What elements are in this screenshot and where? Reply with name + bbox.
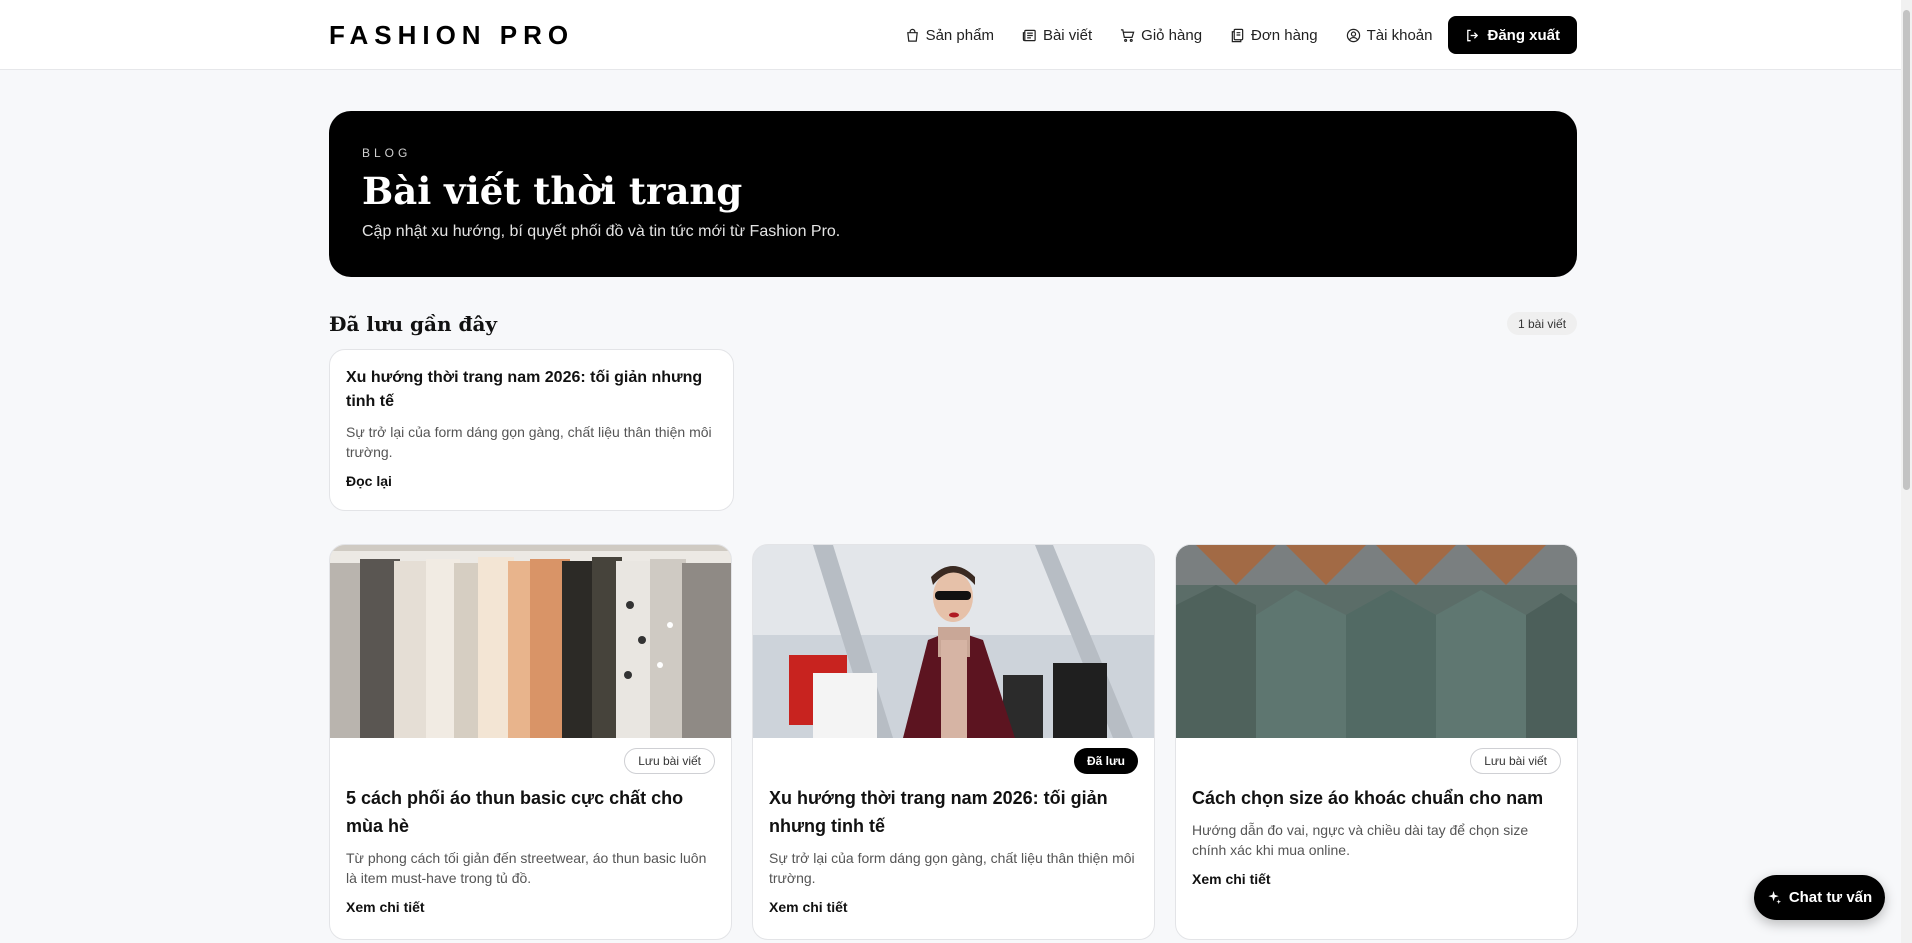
article-thumbnail-clothes-rack[interactable] [330, 545, 731, 738]
article-excerpt: Hướng dẫn đo vai, ngực và chiều dài tay … [1192, 822, 1529, 858]
article-excerpt: Sự trở lại của form dáng gọn gàng, chất … [769, 850, 1135, 886]
saved-article-card[interactable]: Xu hướng thời trang nam 2026: tối giản n… [329, 349, 734, 511]
brand-logo[interactable]: FASHION PRO [329, 20, 574, 51]
nav-item-products[interactable]: Sản phẩm [905, 27, 994, 44]
nav-item-label: Tài khoản [1366, 26, 1433, 44]
save-article-button[interactable]: Lưu bài viết [624, 748, 715, 774]
article-card[interactable]: Đã lưu Xu hướng thời trang nam 2026: tối… [752, 544, 1155, 940]
nav-item-label: Giỏ hàng [1141, 26, 1203, 44]
article-card[interactable]: Lưu bài viết Cách chọn size áo khoác chu… [1175, 544, 1578, 940]
saved-article-title: Xu hướng thời trang nam 2026: tối giản n… [346, 369, 703, 410]
nav-item-label: Sản phẩm [925, 26, 994, 44]
article-excerpt: Từ phong cách tối giản đến streetwear, á… [346, 850, 707, 886]
newspaper-icon [1022, 29, 1036, 41]
view-details-link[interactable]: Xem chi tiết [346, 899, 715, 915]
nav-item-cart[interactable]: Giỏ hàng [1120, 27, 1202, 44]
chat-label: Chat tư vấn [1788, 889, 1873, 906]
page-title: Bài viết thời trang [362, 169, 743, 213]
save-article-button[interactable]: Lưu bài viết [1470, 748, 1561, 774]
scrollbar-thumb[interactable] [1903, 10, 1910, 490]
chat-consult-button[interactable]: Chat tư vấn [1754, 875, 1885, 920]
blog-hero: BLOG Bài viết thời trang Cập nhật xu hướ… [329, 111, 1577, 277]
bag-icon [906, 28, 918, 42]
nav-item-account[interactable]: Tài khoản [1346, 26, 1433, 44]
nav-item-orders[interactable]: Đơn hàng [1230, 27, 1318, 44]
logout-icon [1467, 29, 1479, 41]
view-details-link[interactable]: Xem chi tiết [769, 899, 1138, 915]
nav-item-articles[interactable]: Bài viết [1022, 27, 1092, 44]
saved-section-title: Đã lưu gần đây [329, 312, 498, 336]
article-thumbnail-green-shirts[interactable] [1176, 545, 1577, 738]
cart-icon [1121, 28, 1135, 42]
read-again-link[interactable]: Đọc lại [346, 473, 717, 489]
nav-item-label: Đơn hàng [1251, 26, 1318, 44]
user-icon [1346, 28, 1360, 42]
logout-button[interactable]: Đăng xuất [1448, 16, 1577, 54]
main-nav: Sản phẩm Bài viết Giỏ hàng Đơn hàng Tài … [905, 16, 1577, 54]
sparkle-icon [1768, 890, 1781, 905]
orders-icon [1231, 28, 1244, 42]
saved-article-excerpt: Sự trở lại của form dáng gọn gàng, chất … [346, 424, 712, 460]
page-scrollbar[interactable] [1901, 0, 1912, 943]
article-card[interactable]: Lưu bài viết 5 cách phối áo thun basic c… [329, 544, 732, 940]
hero-description: Cập nhật xu hướng, bí quyết phối đồ và t… [362, 223, 841, 240]
hero-eyebrow: BLOG [362, 146, 412, 160]
saved-article-badge[interactable]: Đã lưu [1073, 748, 1138, 774]
article-thumbnail-shopping-woman[interactable] [753, 545, 1154, 738]
view-details-link[interactable]: Xem chi tiết [1192, 871, 1561, 887]
nav-item-label: Bài viết [1042, 26, 1093, 44]
top-navbar: FASHION PRO Sản phẩm Bài viết Giỏ hàng Đ… [0, 0, 1912, 70]
logout-label: Đăng xuất [1487, 26, 1560, 44]
saved-count-badge: 1 bài viết [1507, 312, 1578, 335]
